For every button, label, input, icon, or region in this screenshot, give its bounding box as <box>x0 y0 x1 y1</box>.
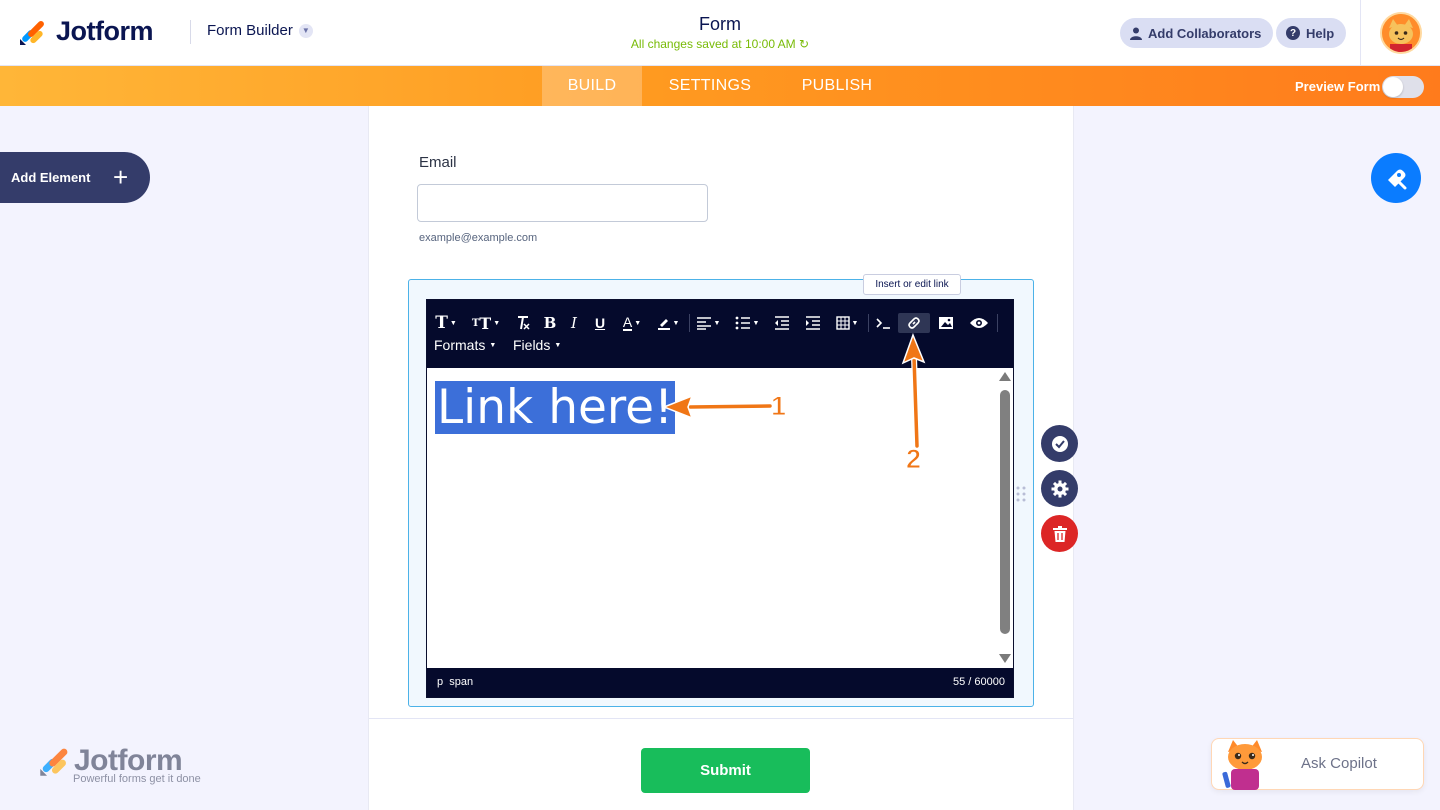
preview-form-label: Preview Form <box>1295 79 1381 94</box>
table-icon[interactable]: ▼ <box>833 313 861 333</box>
header-separator <box>1360 0 1361 66</box>
clear-format-icon[interactable] <box>513 313 533 333</box>
scroll-down-arrow-icon[interactable] <box>999 654 1011 663</box>
email-hint: example@example.com <box>419 232 538 244</box>
editor-content-area[interactable]: Link here! <box>427 368 1013 668</box>
header-divider <box>190 20 191 44</box>
add-collaborators-label: Add Collaborators <box>1148 25 1262 41</box>
avatar-cat-icon <box>1382 14 1420 52</box>
saved-status-text: All changes saved at 10:00 AM <box>630 37 796 51</box>
toolbar-separator <box>997 314 998 332</box>
saved-status: All changes saved at 10:00 AM ↻ <box>560 37 880 51</box>
jotform-logo[interactable]: Jotform <box>18 16 154 47</box>
element-path[interactable]: p span <box>437 676 473 688</box>
confirm-button[interactable] <box>1041 425 1078 462</box>
preview-icon[interactable] <box>968 313 990 333</box>
formats-menu-label: Formats <box>434 337 486 353</box>
check-circle-icon <box>1051 435 1068 452</box>
list-icon[interactable]: ▼ <box>733 313 761 333</box>
form-designer-button[interactable] <box>1371 153 1421 203</box>
formats-menu[interactable]: Formats ▼ <box>434 337 496 353</box>
drag-handle-icon[interactable] <box>1016 486 1026 502</box>
tab-publish[interactable]: PUBLISH <box>790 66 884 106</box>
annotation-label-2: 2 <box>905 444 922 475</box>
paint-roller-icon <box>1388 169 1407 190</box>
fields-menu-label: Fields <box>513 337 551 353</box>
add-element-button[interactable]: Add Element + <box>0 152 150 203</box>
help-label: Help <box>1306 25 1335 41</box>
builder-nav-bar: BUILD SETTINGS PUBLISH Preview Form <box>0 66 1440 106</box>
annotation-label-1: 1 <box>770 391 787 422</box>
email-input[interactable] <box>417 184 708 222</box>
selected-text[interactable]: Link here! <box>435 381 675 434</box>
image-icon[interactable] <box>936 313 956 333</box>
fields-menu[interactable]: Fields ▼ <box>513 337 561 353</box>
italic-icon[interactable]: I <box>565 313 583 333</box>
align-icon[interactable]: ▼ <box>694 313 722 333</box>
character-count: 55 / 60000 <box>953 676 1005 688</box>
ask-copilot-button[interactable]: Ask Copilot <box>1211 738 1424 790</box>
editor-statusbar: p span 55 / 60000 <box>427 668 1013 697</box>
delete-field-button[interactable] <box>1041 515 1078 552</box>
refresh-icon[interactable]: ↻ <box>799 37 809 51</box>
user-icon <box>1130 27 1142 40</box>
trash-icon <box>1052 525 1067 542</box>
field-settings-button[interactable] <box>1041 470 1078 507</box>
font-size-icon[interactable]: T T ▼ <box>470 313 502 333</box>
gear-icon <box>1051 480 1068 497</box>
editor-toolbar: T ▼ T T ▼ B I U A ▼ ▼ ▼ ▼ ▼ Formats ▼ Fields ▼ <box>427 300 1013 368</box>
chevron-down-icon: ▼ <box>298 23 313 38</box>
jotform-logo-icon <box>20 20 44 45</box>
form-title[interactable]: Form <box>620 14 820 35</box>
tab-settings[interactable]: SETTINGS <box>654 66 766 106</box>
email-label: Email <box>419 154 457 171</box>
avatar[interactable] <box>1380 12 1422 54</box>
caret-down-icon: ▼ <box>554 341 562 349</box>
copilot-cat-icon <box>1222 740 1262 790</box>
font-family-icon[interactable]: T ▼ <box>433 313 459 333</box>
scroll-up-arrow-icon[interactable] <box>999 372 1011 381</box>
ask-copilot-label: Ask Copilot <box>1301 755 1377 772</box>
link-icon[interactable] <box>898 313 930 333</box>
form-builder-label: Form Builder <box>207 22 293 39</box>
rich-text-editor: T ▼ T T ▼ B I U A ▼ ▼ ▼ ▼ ▼ Formats ▼ Fields ▼… <box>426 299 1014 698</box>
link-tooltip: Insert or edit link <box>863 274 961 295</box>
toolbar-separator <box>689 314 690 332</box>
jotform-watermark-icon <box>40 748 68 776</box>
add-element-label: Add Element <box>11 170 91 185</box>
tab-build[interactable]: BUILD <box>542 66 642 106</box>
help-icon: ? <box>1286 26 1300 40</box>
watermark-tagline: Powerful forms get it done <box>73 773 201 785</box>
scroll-thumb[interactable] <box>1000 390 1010 634</box>
help-button[interactable]: ? Help <box>1276 18 1347 48</box>
underline-icon[interactable]: U <box>590 313 610 333</box>
indent-icon[interactable] <box>803 313 823 333</box>
top-header: Jotform Form Builder ▼ Form All changes … <box>0 0 1440 66</box>
plus-icon: + <box>113 162 129 192</box>
highlight-icon[interactable]: ▼ <box>655 313 681 333</box>
text-color-icon[interactable]: A ▼ <box>620 313 644 333</box>
canvas-divider <box>369 718 1073 719</box>
editor-scrollbar[interactable] <box>999 372 1011 664</box>
form-builder-menu[interactable]: Form Builder ▼ <box>207 22 313 39</box>
preview-form-toggle[interactable] <box>1382 76 1424 98</box>
code-icon[interactable] <box>873 313 893 333</box>
toolbar-separator <box>868 314 869 332</box>
caret-down-icon: ▼ <box>489 341 497 349</box>
outdent-icon[interactable] <box>772 313 792 333</box>
brand-name: Jotform <box>56 16 154 46</box>
add-collaborators-button[interactable]: Add Collaborators <box>1120 18 1274 48</box>
bold-icon[interactable]: B <box>541 313 559 333</box>
submit-button[interactable]: Submit <box>641 748 810 793</box>
